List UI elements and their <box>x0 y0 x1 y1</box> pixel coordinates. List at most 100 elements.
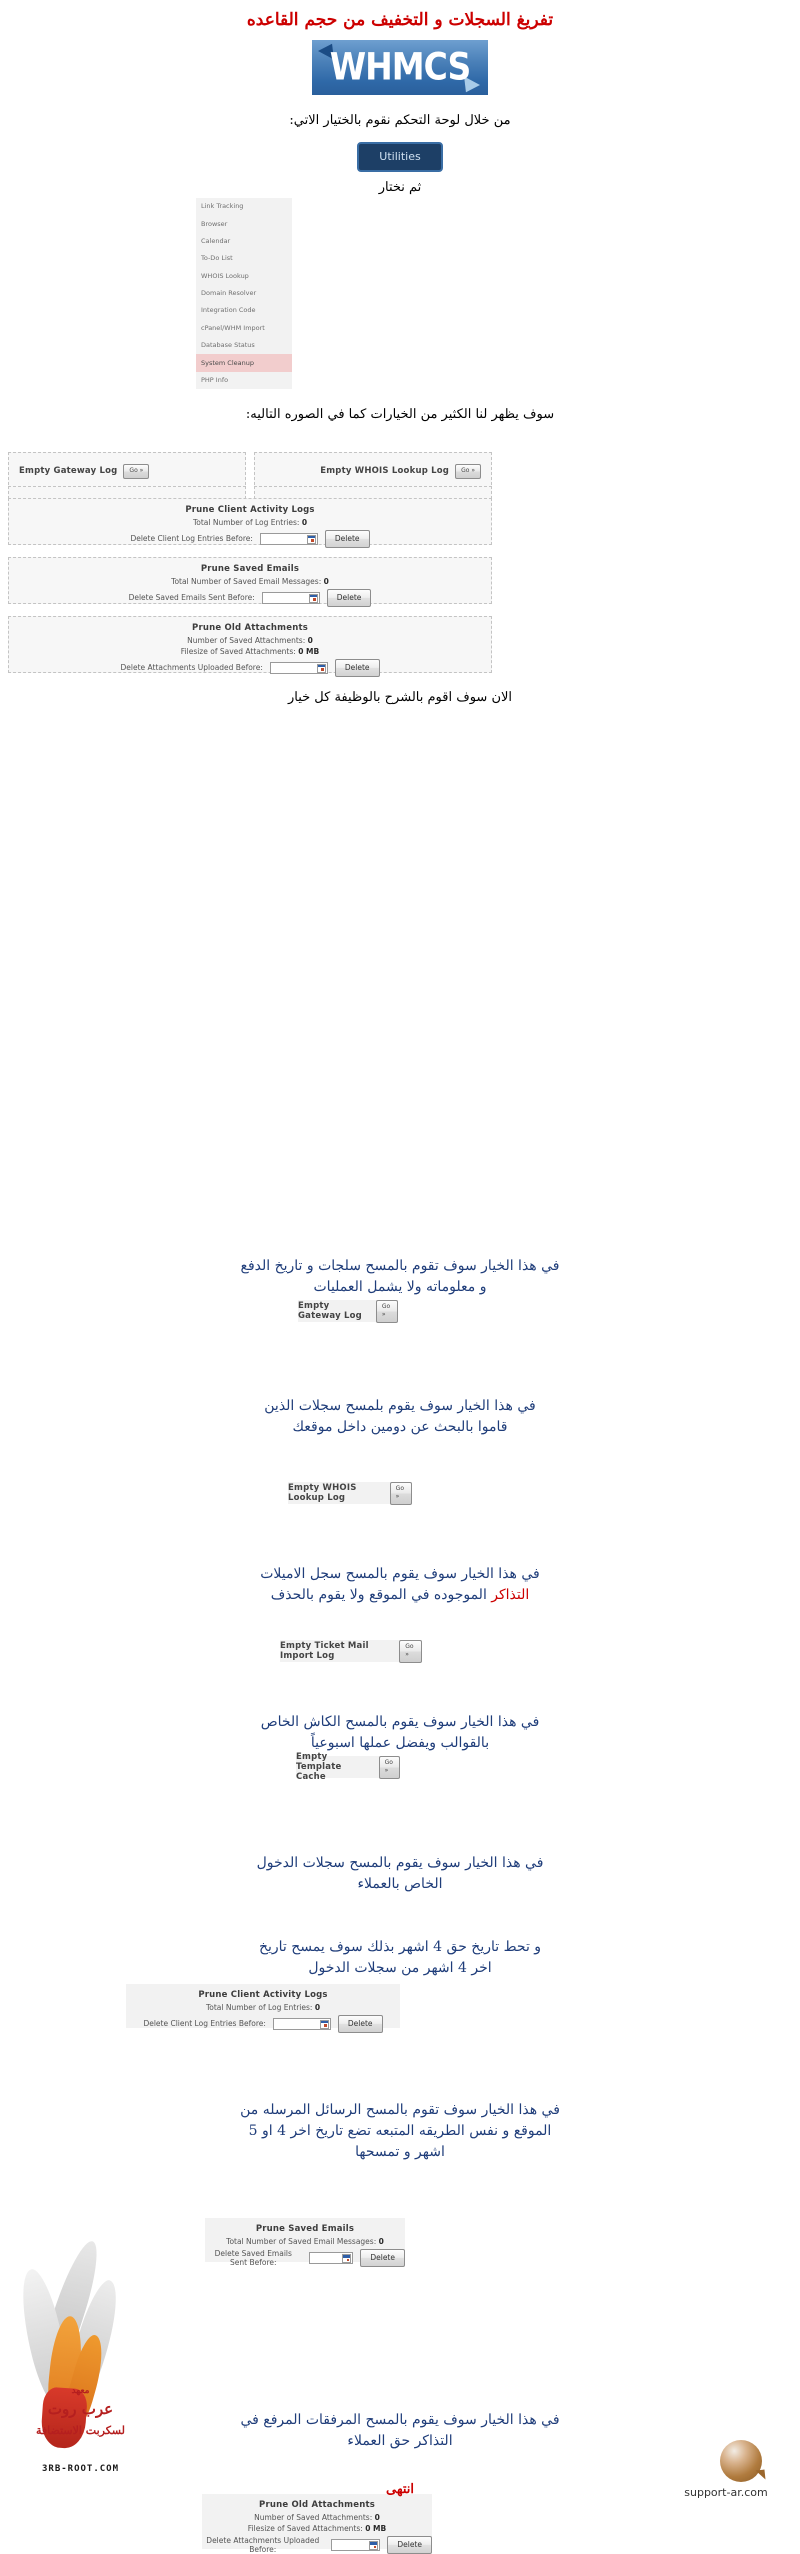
prune-saved-emails-stat-label: Total Number of Saved Email Messages: <box>171 577 322 586</box>
explanation-panel-prune-saved-emails: Prune Saved Emails Total Number of Saved… <box>205 2218 405 2267</box>
prune-saved-emails-date-input[interactable] <box>261 591 320 604</box>
explanation-prune-old-attachments-stat2-label: Filesize of Saved Attachments: <box>247 2524 363 2533</box>
explanation-prune-saved-emails-row: Delete Saved Emails Sent Before: Delete <box>205 2249 405 2267</box>
utilities-menu-item-php-info[interactable]: PHP Info <box>196 372 292 389</box>
prune-old-attachments-stat2-value: 0 MB <box>298 647 320 656</box>
explanation-prune-old-attachments-row: Delete Attachments Uploaded Before: Dele… <box>202 2536 432 2554</box>
prune-saved-emails-stat: Total Number of Saved Email Messages: 0 <box>9 577 491 586</box>
prune-old-attachments-row: Delete Attachments Uploaded Before: Dele… <box>9 659 491 677</box>
prune-saved-emails-field-label: Delete Saved Emails Sent Before: <box>128 593 255 603</box>
explanation-prune-client-activity-title: Prune Client Activity Logs <box>198 1990 328 2000</box>
prune-client-activity-field-label: Delete Client Log Entries Before: <box>130 534 253 544</box>
explanation-prune-saved-emails-delete-button[interactable]: Delete <box>360 2249 405 2267</box>
prune-saved-emails-delete-button[interactable]: Delete <box>326 589 372 607</box>
utilities-menu-item-browser[interactable]: Browser <box>196 215 292 232</box>
prune-old-attachments-stat1-label: Number of Saved Attachments: <box>187 636 306 645</box>
explanation-prune-old-attachments-stat1-value: 0 <box>374 2513 380 2522</box>
prune-client-activity-date-input[interactable] <box>259 532 318 545</box>
explanation-prune-old-attachments-date-input[interactable] <box>330 2539 381 2551</box>
whmcs-logo-wrap: WHMCS <box>0 40 800 95</box>
explanation-prune-saved-emails-stat: Total Number of Saved Email Messages: 0 <box>205 2237 405 2246</box>
explanation-saved-emails-line3: اشهر و تمسحها <box>355 2144 445 2160</box>
explanation-ticket-mail-line2: التذاكر الموجوده في الموقع ولا يقوم بالح… <box>0 1585 800 1606</box>
explanation-template-cache-line2: بالقوالب ويفضل عملها اسبوعياً <box>310 1735 490 1751</box>
explanation-ticket-mail-line2-blue: الموجوده في الموقع ولا يقوم بالحذف <box>270 1587 487 1603</box>
prune-client-activity-delete-button[interactable]: Delete <box>324 530 370 548</box>
explanation-ticket-mail-line1: في هذا الخيار سوف يقوم بالمسح سجل الاميل… <box>260 1566 540 1582</box>
panel-gateway-inline: Empty Gateway Log Go » <box>9 453 245 489</box>
explanation-empty-template-cache-go-button[interactable]: Go » <box>378 1755 400 1779</box>
utilities-menu-item-integration-code[interactable]: Integration Code <box>196 302 292 319</box>
explanation-empty-whois-lookup-log-go-button[interactable]: Go » <box>389 1481 412 1505</box>
explanation-prune-old-attachments-delete-button[interactable]: Delete <box>387 2536 432 2554</box>
explanation-saved-emails-line2: الموقع و نفس الطريقه المتبعه تضع تاريخ ا… <box>248 2123 552 2139</box>
explanation-prune-saved-emails-field-label: Delete Saved Emails Sent Before: <box>214 2249 292 2267</box>
explanation-empty-gateway-log-label: Empty Gateway Log <box>298 1301 362 1321</box>
calendar-icon[interactable] <box>306 534 316 544</box>
explanation-whois-line1: في هذا الخيار سوف يقوم بلمسح سجلات الذين <box>264 1398 536 1414</box>
calendar-icon[interactable] <box>369 2541 379 2550</box>
utilities-menu-item-domain-resolver[interactable]: Domain Resolver <box>196 285 292 302</box>
explanation-prune-client-activity-delete-button[interactable]: Delete <box>337 2015 383 2033</box>
prune-saved-emails-stat-value: 0 <box>323 577 329 586</box>
utilities-menu-item-link-tracking[interactable]: Link Tracking <box>196 198 292 215</box>
explanation-panel-empty-template-cache: Empty Template Cache Go » <box>296 1752 400 1782</box>
prune-old-attachments-stat1: Number of Saved Attachments: 0 <box>9 636 491 645</box>
utilities-menu-item-cpanel-whm-import[interactable]: cPanel/WHM Import <box>196 320 292 337</box>
watermark-url: 3RB-ROOT.COM <box>41 2464 120 2474</box>
empty-gateway-log-label: Empty Gateway Log <box>19 466 118 476</box>
explanation-empty-gateway-log-go-button[interactable]: Go » <box>375 1299 398 1323</box>
explanation-empty-template-cache-label: Empty Template Cache <box>296 1752 342 1782</box>
watermark-line-3: لسكربت الاستضافة <box>36 2424 125 2437</box>
panel-prune-client-activity-logs: Prune Client Activity Logs Total Number … <box>8 498 492 548</box>
watermark-line-1: معهد <box>71 2386 90 2396</box>
explanation-empty-whois-lookup-log-label: Empty WHOIS Lookup Log <box>288 1483 357 1503</box>
explanation-prune-client-activity-stat-label: Total Number of Log Entries: <box>205 2003 313 2012</box>
calendar-icon[interactable] <box>342 2254 352 2263</box>
prune-client-activity-row: Delete Client Log Entries Before: Delete <box>9 530 491 548</box>
explanation-saved-emails-line1: في هذا الخيار سوف تقوم بالمسح الرسائل ال… <box>240 2102 560 2118</box>
explanation-panel-empty-ticket-mail-import-log: Empty Ticket Mail Import Log Go » <box>280 1639 422 1663</box>
utilities-menu-item-to-do-list[interactable]: To-Do List <box>196 250 292 267</box>
calendar-icon[interactable] <box>316 663 326 673</box>
utilities-menu-item-whois-lookup[interactable]: WHOIS Lookup <box>196 268 292 285</box>
explanation-client-activity-line4: اخر 4 اشهر من سجلات الدخول <box>308 1960 492 1976</box>
prune-client-activity-stat-label: Total Number of Log Entries: <box>192 518 300 527</box>
page-root: تفريغ السجلات و التخفيف من حجم القاعده W… <box>0 0 800 2554</box>
prune-old-attachments-delete-button[interactable]: Delete <box>334 659 380 677</box>
support-ar-logo: support-ar.com <box>656 2440 796 2510</box>
whmcs-logo: WHMCS <box>312 40 488 95</box>
utilities-menu-item-database-status[interactable]: Database Status <box>196 337 292 354</box>
prune-saved-emails-title: Prune Saved Emails <box>200 564 300 574</box>
empty-whois-lookup-log-go-button[interactable]: Go » <box>455 463 481 479</box>
intro-step2-text: ثم نختار <box>378 180 422 195</box>
explanation-prune-old-attachments-title: Prune Old Attachments <box>259 2500 375 2510</box>
explanation-panel-prune-old-attachments: Prune Old Attachments Number of Saved At… <box>202 2494 432 2554</box>
explanation-prune-saved-emails-date-input[interactable] <box>308 2252 354 2264</box>
explanation-empty-ticket-mail-import-log-go-button[interactable]: Go » <box>399 1639 422 1663</box>
explanation-prune-client-activity-field-label: Delete Client Log Entries Before: <box>143 2019 266 2029</box>
utilities-menu-item-system-cleanup[interactable]: System Cleanup <box>196 354 292 372</box>
utilities-button-wrap: Utilities <box>0 142 800 172</box>
calendar-icon[interactable] <box>308 593 318 603</box>
prune-old-attachments-stat1-value: 0 <box>307 636 313 645</box>
empty-gateway-log-go-button[interactable]: Go » <box>123 463 150 479</box>
prune-old-attachments-date-input[interactable] <box>269 661 328 674</box>
utilities-dropdown-menu[interactable]: Link Tracking Browser Calendar To-Do Lis… <box>196 198 292 390</box>
arabroot-watermark: معهد عرب روت لسكربت الاستضافة 3RB-ROOT.C… <box>8 2238 153 2498</box>
page-title: تفريغ السجلات و التخفيف من حجم القاعده <box>246 10 554 30</box>
calendar-icon[interactable] <box>319 2019 329 2029</box>
utilities-button[interactable]: Utilities <box>357 142 443 172</box>
explanation-prune-client-activity-row: Delete Client Log Entries Before: Delete <box>126 2015 400 2033</box>
panel-empty-gateway-log: Empty Gateway Log Go » <box>8 452 246 490</box>
explanation-panel-empty-gateway-log: Empty Gateway Log Go » <box>298 1299 398 1323</box>
explanation-empty-ticket-mail-import-log-label: Empty Ticket Mail Import Log <box>280 1641 369 1661</box>
panel-prune-saved-emails: Prune Saved Emails Total Number of Saved… <box>8 557 492 607</box>
explanation-prune-old-attachments-stat1: Number of Saved Attachments: 0 <box>202 2513 432 2522</box>
utilities-menu-item-calendar[interactable]: Calendar <box>196 233 292 250</box>
explanation-client-activity-line1: في هذا الخيار سوف يقوم بالمسح سجلات الدخ… <box>256 1855 544 1871</box>
explanation-prune-saved-emails-stat-value: 0 <box>378 2237 384 2246</box>
explanation-prune-client-activity-date-input[interactable] <box>272 2017 331 2030</box>
speech-bubble-icon <box>720 2440 762 2482</box>
panel-whois-inline: Empty WHOIS Lookup Log Go » <box>255 453 491 489</box>
